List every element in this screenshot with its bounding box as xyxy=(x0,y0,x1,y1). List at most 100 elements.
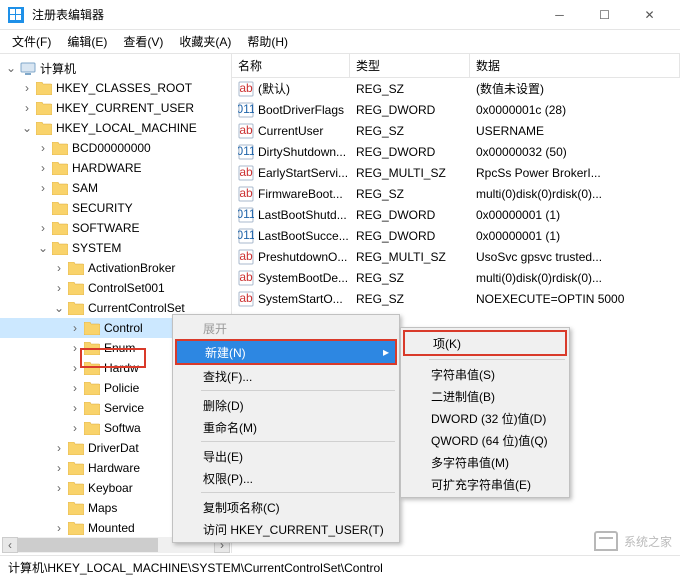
cm-find[interactable]: 查找(F)... xyxy=(175,365,397,387)
cm-export[interactable]: 导出(E) xyxy=(175,445,397,467)
tree-hklm[interactable]: ⌄HKEY_LOCAL_MACHINE xyxy=(0,118,231,138)
tree-activation[interactable]: ›ActivationBroker xyxy=(0,258,231,278)
expander-icon[interactable]: › xyxy=(36,181,50,195)
menu-edit[interactable]: 编辑(E) xyxy=(59,31,115,52)
value-name: (默认) xyxy=(258,80,290,97)
cm-permissions[interactable]: 权限(P)... xyxy=(175,467,397,489)
folder-icon xyxy=(68,282,84,295)
tree-node-label: HKEY_CURRENT_USER xyxy=(56,101,194,115)
cm-new[interactable]: 新建(N) ▸ xyxy=(177,341,395,363)
expander-icon[interactable]: › xyxy=(52,461,66,475)
expander-icon[interactable]: › xyxy=(52,281,66,295)
value-string-icon: ab xyxy=(238,291,254,307)
tree-node-label: Enum xyxy=(104,341,135,355)
watermark-text: 系统之家 xyxy=(624,533,672,550)
expander-icon[interactable]: › xyxy=(52,481,66,495)
close-button[interactable]: ✕ xyxy=(627,1,672,29)
expander-icon[interactable]: ⌄ xyxy=(36,241,50,255)
tree-security[interactable]: SECURITY xyxy=(0,198,231,218)
expander-icon[interactable]: › xyxy=(36,141,50,155)
cm-rename[interactable]: 重命名(M) xyxy=(175,416,397,438)
menu-help[interactable]: 帮助(H) xyxy=(239,31,296,52)
cm-new-expandstr[interactable]: 可扩充字符串值(E) xyxy=(403,473,567,495)
tree-hkcr[interactable]: ›HKEY_CLASSES_ROOT xyxy=(0,78,231,98)
list-row[interactable]: 011LastBootSucce...REG_DWORD0x00000001 (… xyxy=(232,225,680,246)
expander-icon[interactable]: › xyxy=(68,341,82,355)
folder-icon xyxy=(84,322,100,335)
expander-icon[interactable]: › xyxy=(68,381,82,395)
expander-icon[interactable]: › xyxy=(68,361,82,375)
cm-new-qword[interactable]: QWORD (64 位)值(Q) xyxy=(403,429,567,451)
value-binary-icon: 011 xyxy=(238,144,254,160)
list-row[interactable]: 011BootDriverFlagsREG_DWORD0x0000001c (2… xyxy=(232,99,680,120)
list-row[interactable]: abPreshutdownO...REG_MULTI_SZUsoSvc gpsv… xyxy=(232,246,680,267)
cm-expand[interactable]: 展开 xyxy=(175,317,397,339)
list-header: 名称 类型 数据 xyxy=(232,54,680,78)
folder-icon xyxy=(36,122,52,135)
expander-icon[interactable]: › xyxy=(20,81,34,95)
menu-favorites[interactable]: 收藏夹(A) xyxy=(171,31,239,52)
expander-icon[interactable]: › xyxy=(68,421,82,435)
tree-hkcu[interactable]: › HKEY_CURRENT_USER xyxy=(0,98,231,118)
expander-icon[interactable]: › xyxy=(36,221,50,235)
list-row[interactable]: abFirmwareBoot...REG_SZmulti(0)disk(0)rd… xyxy=(232,183,680,204)
list-row[interactable]: 011DirtyShutdown...REG_DWORD0x00000032 (… xyxy=(232,141,680,162)
cm-new-string[interactable]: 字符串值(S) xyxy=(403,363,567,385)
cm-new-key[interactable]: 项(K) xyxy=(405,332,565,354)
expander-icon[interactable]: › xyxy=(52,261,66,275)
value-type: REG_MULTI_SZ xyxy=(350,166,470,180)
svg-text:ab: ab xyxy=(239,249,253,263)
expander-icon[interactable]: › xyxy=(52,441,66,455)
expander-icon[interactable]: › xyxy=(36,161,50,175)
value-type: REG_SZ xyxy=(350,82,470,96)
maximize-button[interactable]: ☐ xyxy=(582,1,627,29)
scroll-thumb[interactable] xyxy=(18,538,158,552)
tree-cs001[interactable]: ›ControlSet001 xyxy=(0,278,231,298)
value-data: 0x0000001c (28) xyxy=(470,103,680,117)
menu-file[interactable]: 文件(F) xyxy=(4,31,59,52)
tree-software[interactable]: ›SOFTWARE xyxy=(0,218,231,238)
separator xyxy=(201,492,395,493)
value-type: REG_DWORD xyxy=(350,229,470,243)
minimize-button[interactable]: ─ xyxy=(537,1,582,29)
value-type: REG_SZ xyxy=(350,271,470,285)
expander-icon[interactable]: ⌄ xyxy=(20,121,34,135)
cm-new-multistr[interactable]: 多字符串值(M) xyxy=(403,451,567,473)
cm-copykeyname[interactable]: 复制项名称(C) xyxy=(175,496,397,518)
list-row[interactable]: abEarlyStartServi...REG_MULTI_SZRpcSs Po… xyxy=(232,162,680,183)
scroll-left-icon[interactable]: ‹ xyxy=(2,537,18,553)
tree-hardware[interactable]: › HARDWARE xyxy=(0,158,231,178)
expander-icon[interactable]: › xyxy=(68,401,82,415)
menu-view[interactable]: 查看(V) xyxy=(115,31,171,52)
cm-gotohkcu[interactable]: 访问 HKEY_CURRENT_USER(T) xyxy=(175,518,397,540)
tree-node-label: 计算机 xyxy=(40,60,76,77)
cm-new-dword[interactable]: DWORD (32 位)值(D) xyxy=(403,407,567,429)
folder-icon xyxy=(68,502,84,515)
col-data[interactable]: 数据 xyxy=(470,54,680,77)
expander-icon[interactable]: › xyxy=(20,101,34,115)
folder-icon xyxy=(52,162,68,175)
expander-icon[interactable]: ⌄ xyxy=(4,61,18,75)
expander-icon[interactable]: › xyxy=(52,521,66,535)
col-name[interactable]: 名称 xyxy=(232,54,350,77)
tree-system[interactable]: ⌄SYSTEM xyxy=(0,238,231,258)
list-row[interactable]: abSystemBootDe...REG_SZmulti(0)disk(0)rd… xyxy=(232,267,680,288)
value-name: CurrentUser xyxy=(258,124,323,138)
tree-bcd[interactable]: ›BCD00000000 xyxy=(0,138,231,158)
list-row[interactable]: abCurrentUserREG_SZUSERNAME xyxy=(232,120,680,141)
list-row[interactable]: ab(默认)REG_SZ(数值未设置) xyxy=(232,78,680,99)
tree-root[interactable]: ⌄ 计算机 xyxy=(0,58,231,78)
tree-node-label: HARDWARE xyxy=(72,161,142,175)
tree-sam[interactable]: ›SAM xyxy=(0,178,231,198)
value-data: multi(0)disk(0)rdisk(0)... xyxy=(470,187,680,201)
cm-delete[interactable]: 删除(D) xyxy=(175,394,397,416)
cm-new-binary[interactable]: 二进制值(B) xyxy=(403,385,567,407)
value-name: LastBootSucce... xyxy=(258,229,349,243)
svg-text:ab: ab xyxy=(239,81,253,95)
expander-icon[interactable]: › xyxy=(68,321,82,335)
list-row[interactable]: 011LastBootShutd...REG_DWORD0x00000001 (… xyxy=(232,204,680,225)
list-row[interactable]: abSystemStartO...REG_SZ NOEXECUTE=OPTIN … xyxy=(232,288,680,309)
expander-icon[interactable]: ⌄ xyxy=(52,301,66,315)
value-type: REG_DWORD xyxy=(350,208,470,222)
col-type[interactable]: 类型 xyxy=(350,54,470,77)
